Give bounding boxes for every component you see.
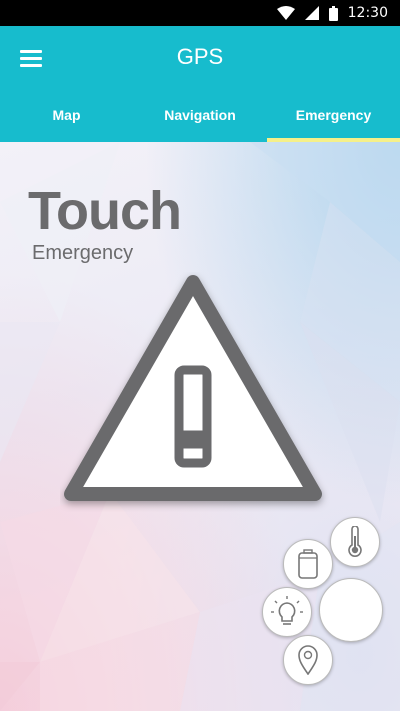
- location-pin-icon: [298, 645, 318, 675]
- lightbulb-icon: [271, 596, 303, 625]
- thermometer-button[interactable]: [330, 517, 380, 567]
- tab-map[interactable]: Map: [0, 98, 133, 142]
- lightbulb-button[interactable]: [262, 587, 312, 637]
- thermometer-icon: [348, 526, 362, 557]
- emergency-subheading: Emergency: [32, 242, 134, 264]
- status-bar: 12:30: [0, 0, 400, 26]
- center-action-button[interactable]: [319, 578, 383, 642]
- signal-icon: [304, 6, 319, 20]
- battery-icon: [328, 5, 338, 21]
- app-title: GPS: [176, 44, 224, 69]
- location-button[interactable]: [283, 635, 333, 685]
- app-bar: GPS Map Navigation Emergency: [0, 26, 400, 142]
- tab-bar: Map Navigation Emergency: [0, 98, 400, 142]
- tab-emergency[interactable]: Emergency: [267, 98, 400, 142]
- battery-cylinder-icon: [298, 549, 318, 579]
- tab-navigation[interactable]: Navigation: [133, 98, 267, 142]
- wifi-icon: [276, 6, 295, 20]
- status-time: 12:30: [347, 5, 388, 21]
- emergency-panel: Touch Emergency: [0, 142, 400, 711]
- warning-triangle-icon[interactable]: [60, 272, 340, 512]
- touch-heading: Touch: [28, 181, 182, 241]
- battery-button[interactable]: [283, 539, 333, 589]
